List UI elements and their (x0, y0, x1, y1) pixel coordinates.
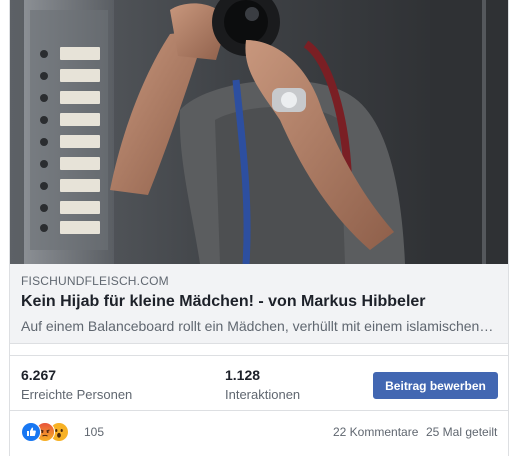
insights-bar: 6.267 Erreichte Personen 1.128 Interakti… (10, 356, 508, 408)
link-preview-image[interactable] (10, 0, 508, 264)
link-preview-box[interactable]: FISCHUNDFLEISCH.COM Kein Hijab für klein… (10, 264, 508, 344)
like-icon (21, 422, 41, 442)
link-domain: FISCHUNDFLEISCH.COM (21, 274, 169, 288)
engagement-value: 1.128 (225, 367, 261, 383)
boost-post-button[interactable]: Beitrag bewerben (373, 372, 498, 399)
engagement-label: Interaktionen (225, 387, 301, 402)
shares-count-link[interactable]: 25 Mal geteilt (426, 425, 497, 439)
reactions-count: 105 (84, 425, 105, 439)
reach-label: Erreichte Personen (21, 387, 133, 402)
post-footer: 105 22 Kommentare 25 Mal geteilt (10, 418, 508, 448)
link-title[interactable]: Kein Hijab für kleine Mädchen! - von Mar… (21, 292, 497, 312)
post-card: FISCHUNDFLEISCH.COM Kein Hijab für klein… (9, 0, 509, 456)
reach-stat[interactable]: 6.267 Erreichte Personen (21, 366, 132, 403)
link-description: Auf einem Balanceboard rollt ein Mädchen… (21, 318, 494, 334)
comments-count-link[interactable]: 22 Kommentare (333, 425, 418, 439)
photo-illustration (10, 0, 508, 264)
divider (10, 410, 508, 411)
engagement-stat[interactable]: 1.128 Interaktionen (225, 366, 300, 403)
reach-value: 6.267 (21, 367, 57, 383)
